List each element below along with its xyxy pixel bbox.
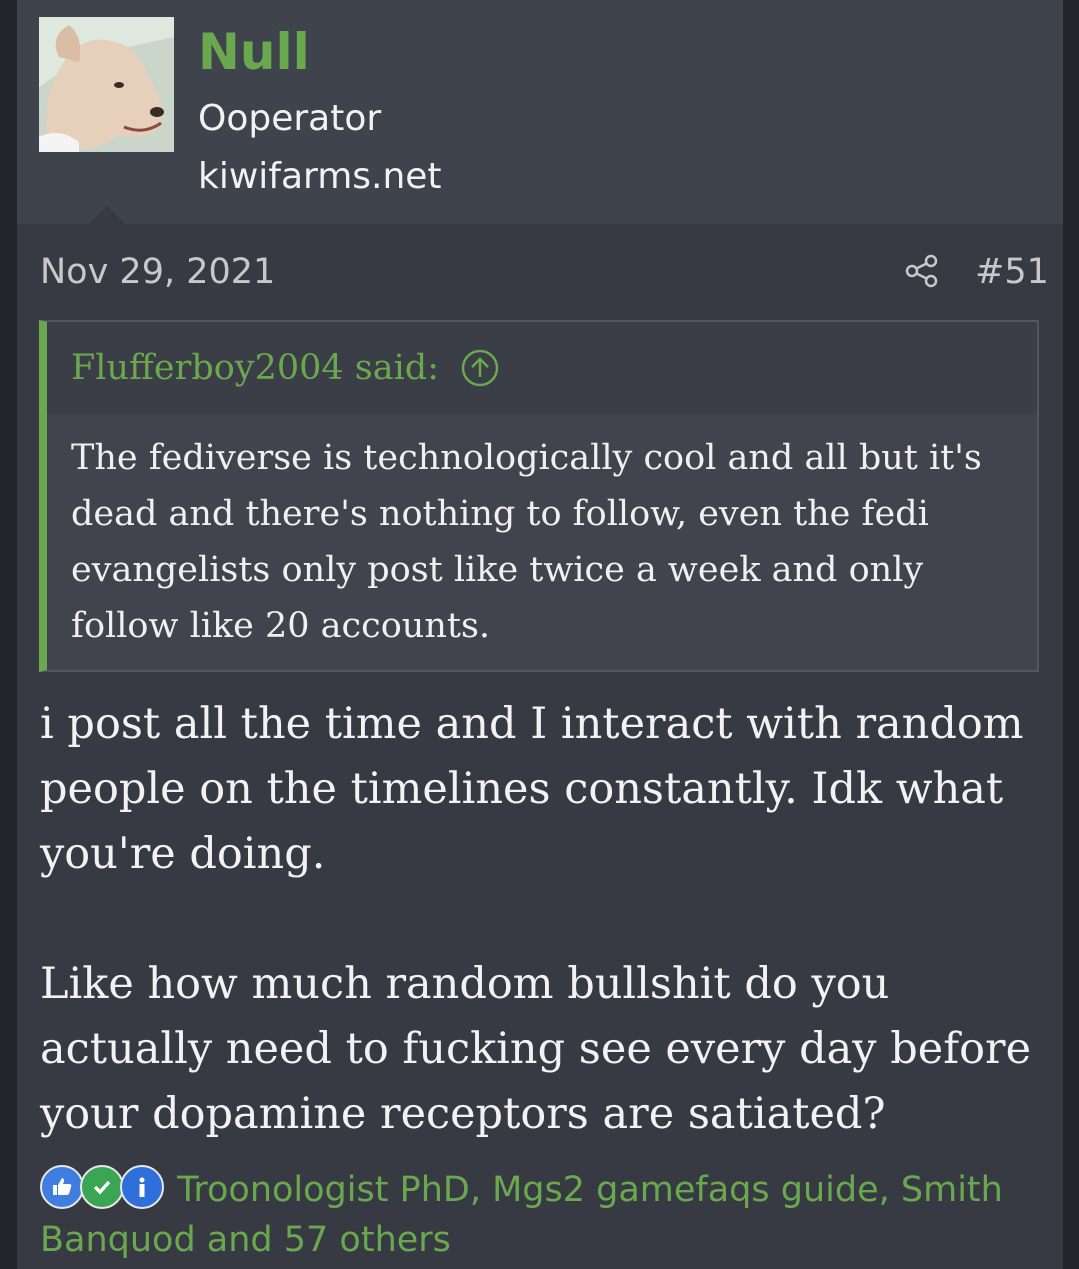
- quote-block: Flufferboy2004 said: The fediverse is te…: [39, 320, 1039, 672]
- username[interactable]: Null: [198, 24, 310, 80]
- message-paragraph: Like how much random bullshit do you act…: [40, 959, 1032, 1139]
- arrow-up-circle-icon[interactable]: [460, 348, 500, 388]
- header-pointer: [89, 206, 125, 224]
- post-date[interactable]: Nov 29, 2021: [40, 251, 275, 293]
- reactions-bar[interactable]: Troonologist PhD, Mgs2 gamefaqs guide, S…: [40, 1165, 1040, 1265]
- reaction-icons: [40, 1165, 166, 1209]
- share-icon[interactable]: [904, 253, 940, 289]
- quote-header: Flufferboy2004 said:: [47, 322, 1037, 414]
- thumbs-up-icon: [40, 1165, 84, 1209]
- reactions-text[interactable]: Troonologist PhD, Mgs2 gamefaqs guide, S…: [40, 1170, 1003, 1260]
- post-container: Null Ooperator kiwifarms.net Nov 29, 202…: [17, 0, 1063, 1269]
- check-icon: [80, 1165, 124, 1209]
- message-paragraph: i post all the time and I interact with …: [40, 699, 1024, 879]
- quote-text: The fediverse is technologically cool an…: [71, 438, 982, 646]
- post-number-link[interactable]: #51: [975, 251, 1049, 293]
- info-icon: [120, 1165, 164, 1209]
- user-title: Ooperator: [198, 98, 382, 139]
- avatar[interactable]: [39, 17, 174, 152]
- user-banner: kiwifarms.net: [198, 156, 442, 197]
- user-header: Null Ooperator kiwifarms.net: [17, 0, 1063, 224]
- quote-author[interactable]: Flufferboy2004 said:: [71, 346, 439, 390]
- message-body: i post all the time and I interact with …: [40, 692, 1050, 1147]
